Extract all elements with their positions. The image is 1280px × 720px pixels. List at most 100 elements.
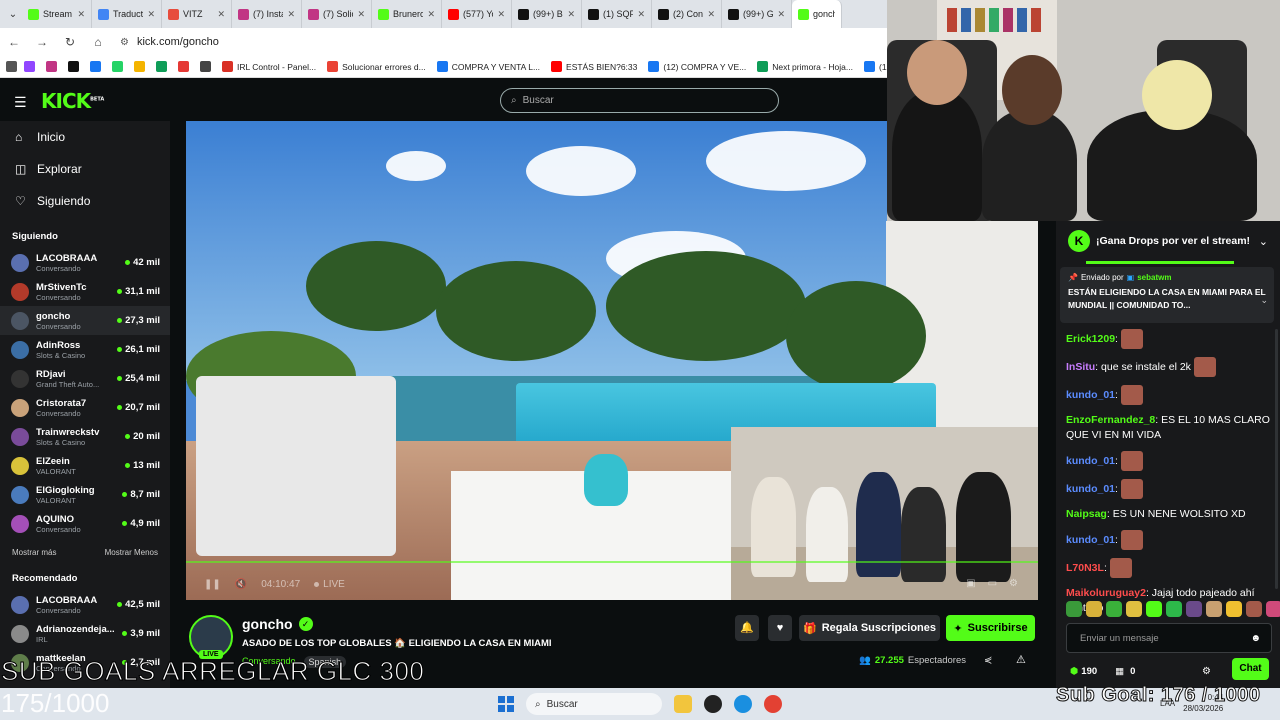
chevron-down-icon[interactable]: ⌄ [1259,235,1276,248]
forward-icon[interactable]: → [34,35,50,49]
bookmark-item[interactable] [68,61,79,72]
pinned-user[interactable]: sebatwm [1137,273,1171,282]
tab-close-icon[interactable]: ✕ [497,9,505,20]
browser-tab[interactable]: Brunero ✕ [372,0,442,28]
browser-tab[interactable]: (577) Yo ✕ [442,0,512,28]
bookmark-item[interactable] [90,61,101,72]
emote-icon[interactable] [1086,601,1102,617]
volume-icon[interactable]: 🔇 [235,579,247,590]
channel-points[interactable]: ⬢ 190 [1070,666,1097,677]
bookmark-item[interactable] [156,61,167,72]
url-field[interactable]: ⚙ kick.com/goncho [120,36,219,48]
gift-subs-button[interactable]: 🎁 Regala Suscripciones [799,615,940,641]
emote-icon[interactable] [1066,601,1082,617]
emote-icon[interactable] [1226,601,1242,617]
sidebar-channel[interactable]: goncho Conversando 27,3 mil [0,306,170,335]
browser-tab[interactable]: (99+) B ✕ [512,0,582,28]
sidebar-channel[interactable]: Adrianozendeja... IRL 3,9 mil [0,619,170,648]
emote-icon[interactable] [1246,601,1262,617]
search-input[interactable]: ⌕ Buscar [500,88,779,113]
file-explorer-icon[interactable] [674,695,692,713]
tab-close-icon[interactable]: ✕ [217,9,225,20]
chevron-down-icon[interactable]: ⌄ [1260,295,1268,306]
emote-icon[interactable] [1126,601,1142,617]
follow-heart-icon[interactable]: ♥ [768,615,792,641]
tab-close-icon[interactable]: ✕ [357,9,365,20]
share-icon[interactable]: ⋞ [984,655,992,666]
pause-icon[interactable]: ❚❚ [204,579,221,590]
chat-username[interactable]: Naipsag [1066,508,1107,520]
report-icon[interactable]: ⚠ [1016,653,1026,666]
chat-username[interactable]: L70N3L [1066,562,1104,574]
emote-icon[interactable] [1166,601,1182,617]
browser-tab[interactable]: (99+) G ✕ [722,0,792,28]
emote-icon[interactable] [1206,601,1222,617]
sidebar-nav-inicio[interactable]: ⌂ Inicio [0,121,170,153]
taskbar-search[interactable]: ⌕ Buscar [526,693,662,715]
chat-username[interactable]: EnzoFernandez_8 [1066,414,1155,426]
menu-icon[interactable]: ☰ [14,94,27,111]
sidebar-channel[interactable]: Cristorata7 Conversando 20,7 mil [0,393,170,422]
show-less-button[interactable]: Mostrar Menos [105,548,158,557]
video-progress-bar[interactable] [186,561,1038,563]
emote-icon[interactable] [1146,601,1162,617]
emoji-icon[interactable]: ☻ [1250,633,1261,644]
browser-tab[interactable]: Stream ✕ [22,0,92,28]
sidebar-channel[interactable]: MrStivenTc Conversando 31,1 mil [0,277,170,306]
chat-username[interactable]: kundo_01 [1066,534,1115,546]
pinned-message[interactable]: 📌 Enviado por ▣ sebatwm ESTÁN ELIGIENDO … [1060,267,1274,323]
chat-username[interactable]: kundo_01 [1066,455,1115,467]
browser-tab[interactable]: goncho [792,0,842,28]
url-text[interactable]: kick.com/goncho [137,36,219,48]
chat-settings-icon[interactable]: ⚙ [1202,666,1211,677]
emote-icon[interactable] [1266,601,1280,617]
sidebar-channel[interactable]: AdinRoss Slots & Casino 26,1 mil [0,335,170,364]
streamer-name[interactable]: goncho [242,616,293,632]
sidebar-nav-explorar[interactable]: ◫ Explorar [0,153,170,185]
chat-username[interactable]: Maikoluruguay2 [1066,587,1146,599]
drops-count[interactable]: ▦ 0 [1115,666,1135,677]
emote-icon[interactable] [1106,601,1122,617]
chat-username[interactable]: Erick1209 [1066,333,1115,345]
apps-grid-icon[interactable] [6,61,17,72]
bookmark-item[interactable]: Next primora - Hoja... [757,61,853,72]
bookmark-item[interactable] [178,61,189,72]
tab-close-icon[interactable]: ✕ [427,9,435,20]
home-icon[interactable]: ⌂ [90,35,106,49]
browser-tab[interactable]: Traduct ✕ [92,0,162,28]
sidebar-channel[interactable]: LACOBRAAA Conversando 42 mil [0,248,170,277]
browser-tab[interactable]: (7) Insta ✕ [232,0,302,28]
sidebar-channel[interactable]: ElZeein VALORANT 13 mil [0,451,170,480]
settings-icon[interactable]: ⚙ [1009,578,1018,589]
bookmark-item[interactable]: Solucionar errores d... [327,61,426,72]
bookmark-item[interactable] [46,61,57,72]
reload-icon[interactable]: ↻ [62,35,78,49]
drops-banner[interactable]: K ¡Gana Drops por ver el stream! ⌄ [1060,221,1276,261]
bookmark-item[interactable]: (12) COMPRA Y VE... [648,61,746,72]
chat-send-button[interactable]: Chat [1232,658,1269,680]
tab-close-icon[interactable]: ✕ [567,9,575,20]
sidebar-nav-siguiendo[interactable]: ♡ Siguiendo [0,185,170,217]
bookmark-item[interactable]: IRL Control - Panel... [222,61,316,72]
sidebar-channel[interactable]: AQUINO Conversando 4,9 mil [0,509,170,538]
theater-icon[interactable]: ▭ [988,578,997,589]
chrome-icon[interactable] [764,695,782,713]
subscribe-button[interactable]: ✦ Suscribirse [946,615,1035,641]
tab-close-icon[interactable]: ✕ [77,9,85,20]
chat-username[interactable]: InSitu [1066,361,1095,373]
bookmark-item[interactable] [134,61,145,72]
browser-tab[interactable]: VITZ ✕ [162,0,232,28]
chat-input[interactable]: Enviar un mensaje ☻ [1066,623,1272,653]
tab-list-icon[interactable]: ⌄ [4,9,22,20]
tab-close-icon[interactable]: ✕ [147,9,155,20]
emote-icon[interactable] [1186,601,1202,617]
bookmark-item[interactable] [24,61,35,72]
chat-username[interactable]: kundo_01 [1066,389,1115,401]
bookmark-item[interactable]: ESTÁS BIEN?6:33 [551,61,637,72]
sidebar-channel[interactable]: Trainwreckstv Slots & Casino 20 mil [0,422,170,451]
show-more-button[interactable]: Mostrar más [12,548,56,557]
bookmark-item[interactable] [200,61,211,72]
sidebar-channel[interactable]: RDjavi Grand Theft Auto... 25,4 mil [0,364,170,393]
obs-icon[interactable] [704,695,722,713]
browser-tab[interactable]: (7) Solic ✕ [302,0,372,28]
